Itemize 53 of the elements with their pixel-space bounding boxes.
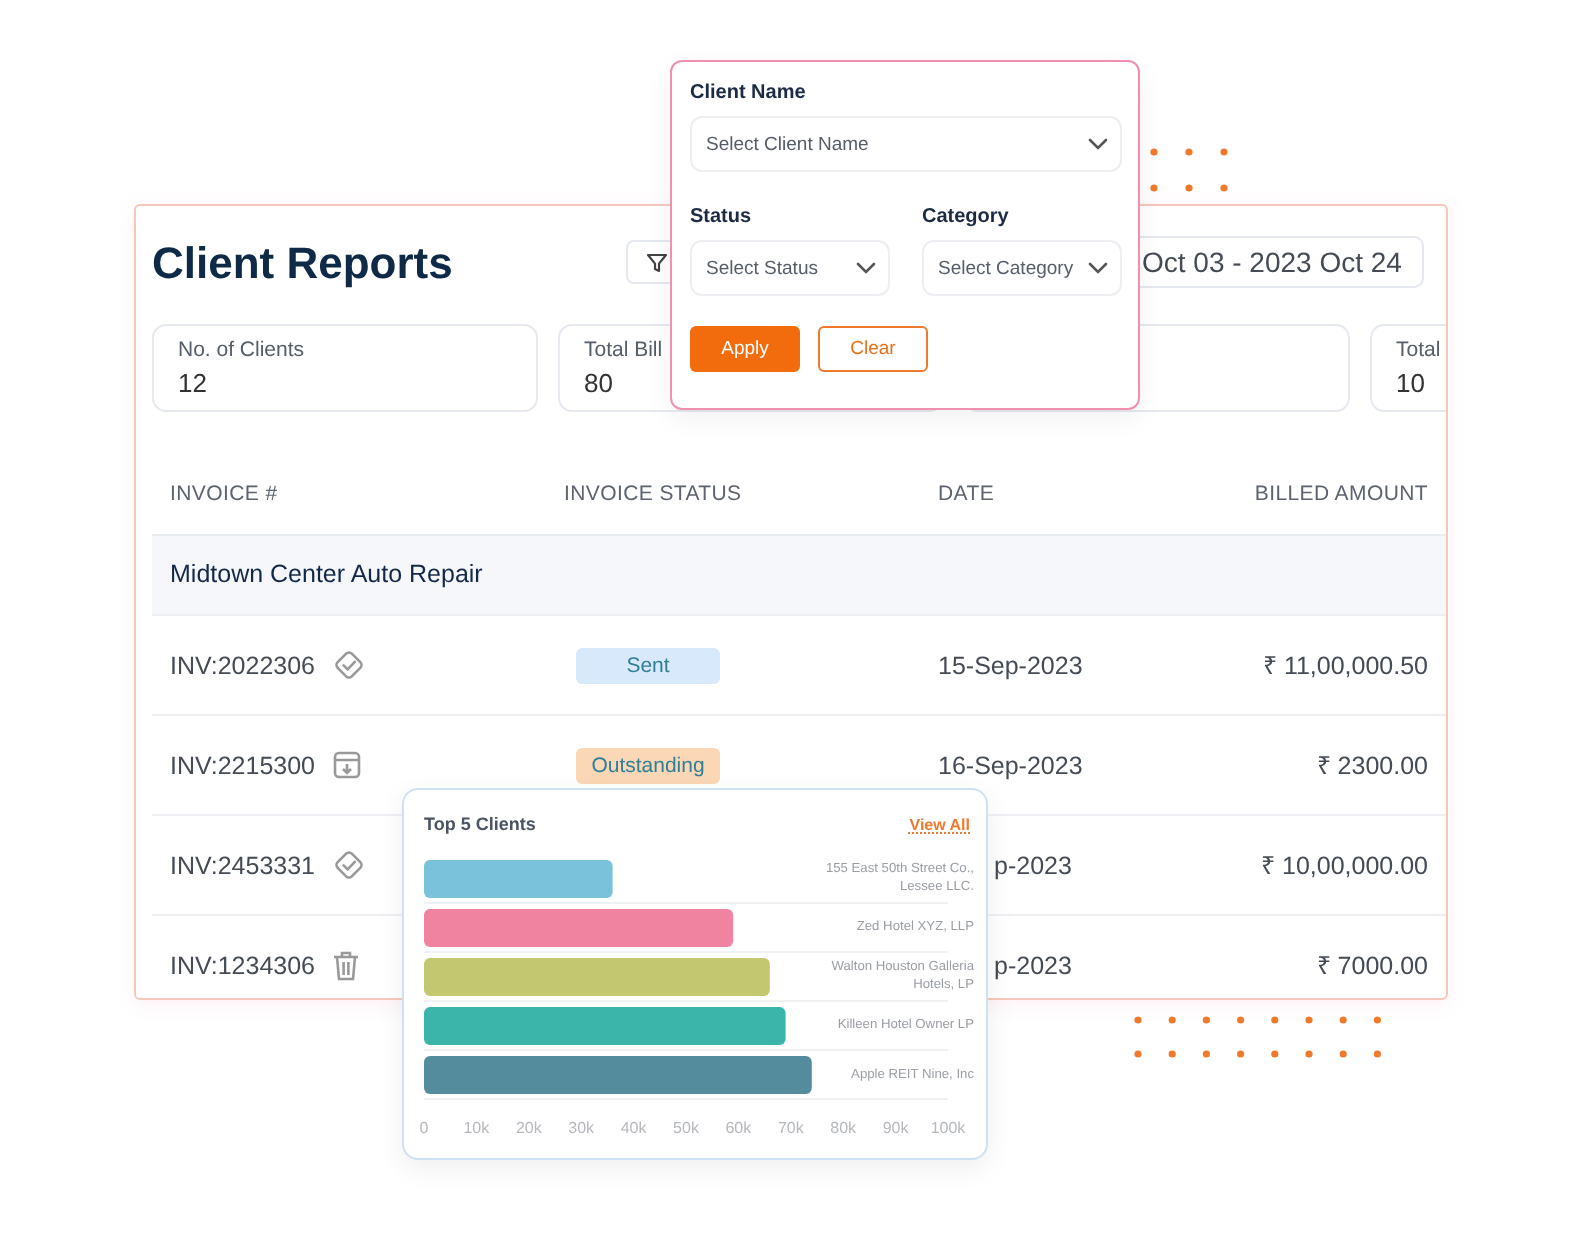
tick-label: 100k: [930, 1119, 966, 1137]
date-cell: p-2023: [994, 951, 1072, 979]
invoice-number: INV:1234306: [170, 951, 316, 979]
status-tag: Outstanding: [576, 747, 720, 783]
column-header: INVOICE STATUS: [562, 482, 744, 506]
date-cell: p-2023: [994, 851, 1072, 879]
tick-label: 10k: [463, 1119, 490, 1137]
field-label: Category: [922, 206, 1011, 228]
tick-label: 0: [419, 1119, 429, 1137]
column-header: BILLED AMOUNT: [1252, 482, 1430, 506]
filter-icon: [645, 251, 667, 273]
tick-label: 80k: [830, 1119, 857, 1137]
trash-icon: [331, 949, 360, 981]
stat-label: Total: [1396, 338, 1441, 362]
tick-label: 50k: [673, 1119, 699, 1137]
field-label: Client Name: [690, 82, 808, 104]
stat-value: 12: [178, 368, 207, 398]
tick-label: 30k: [568, 1119, 595, 1137]
date-cell: 16-Sep-2023: [938, 751, 1083, 779]
stat-value: 10: [1396, 368, 1425, 398]
diamond-check-icon: [331, 848, 366, 882]
chevron-down-icon: [1088, 262, 1108, 274]
tick-label: 60k: [725, 1119, 752, 1137]
invoice-number: INV:2022306: [170, 651, 316, 679]
select-field[interactable]: Select Client Name: [690, 116, 1122, 172]
chevron-down-icon: [1088, 138, 1108, 150]
stat-label: No. of Clients: [178, 338, 305, 362]
amount-cell: ₹ 2300.00: [1316, 752, 1428, 780]
tick-label: 40k: [620, 1119, 647, 1137]
status-tag: Sent: [576, 647, 720, 683]
select-field[interactable]: Select Status: [690, 240, 890, 296]
column-header: DATE: [936, 482, 997, 506]
stat-label: Total Bill: [584, 338, 663, 362]
tick-label: 90k: [882, 1119, 909, 1137]
group-row: Midtown Center Auto Repair: [152, 536, 1446, 616]
page-title: Client Reports: [152, 238, 455, 290]
chevron-down-icon: [856, 262, 876, 274]
amount-cell: ₹ 11,00,000.50: [1262, 652, 1428, 680]
select-field[interactable]: Select Category: [922, 240, 1122, 296]
tick-label: 20k: [515, 1119, 542, 1137]
field-label: Status: [690, 206, 754, 228]
amount-cell: ₹ 10,00,000.00: [1261, 852, 1428, 880]
invoice-number: INV:2453331: [170, 851, 316, 879]
tick-label: 70k: [777, 1119, 804, 1137]
amount-cell: ₹ 7000.00: [1316, 952, 1428, 980]
column-header: INVOICE #: [168, 482, 280, 506]
dot-pattern: [1150, 148, 1230, 196]
date-cell: 15-Sep-2023: [938, 651, 1083, 679]
diamond-check-icon: [331, 648, 366, 682]
stat-value: 80: [584, 368, 613, 398]
tray-download-icon: [331, 750, 362, 780]
invoice-number: INV:2215300: [170, 751, 316, 779]
chart-title: Top 5 Clients: [424, 814, 536, 834]
